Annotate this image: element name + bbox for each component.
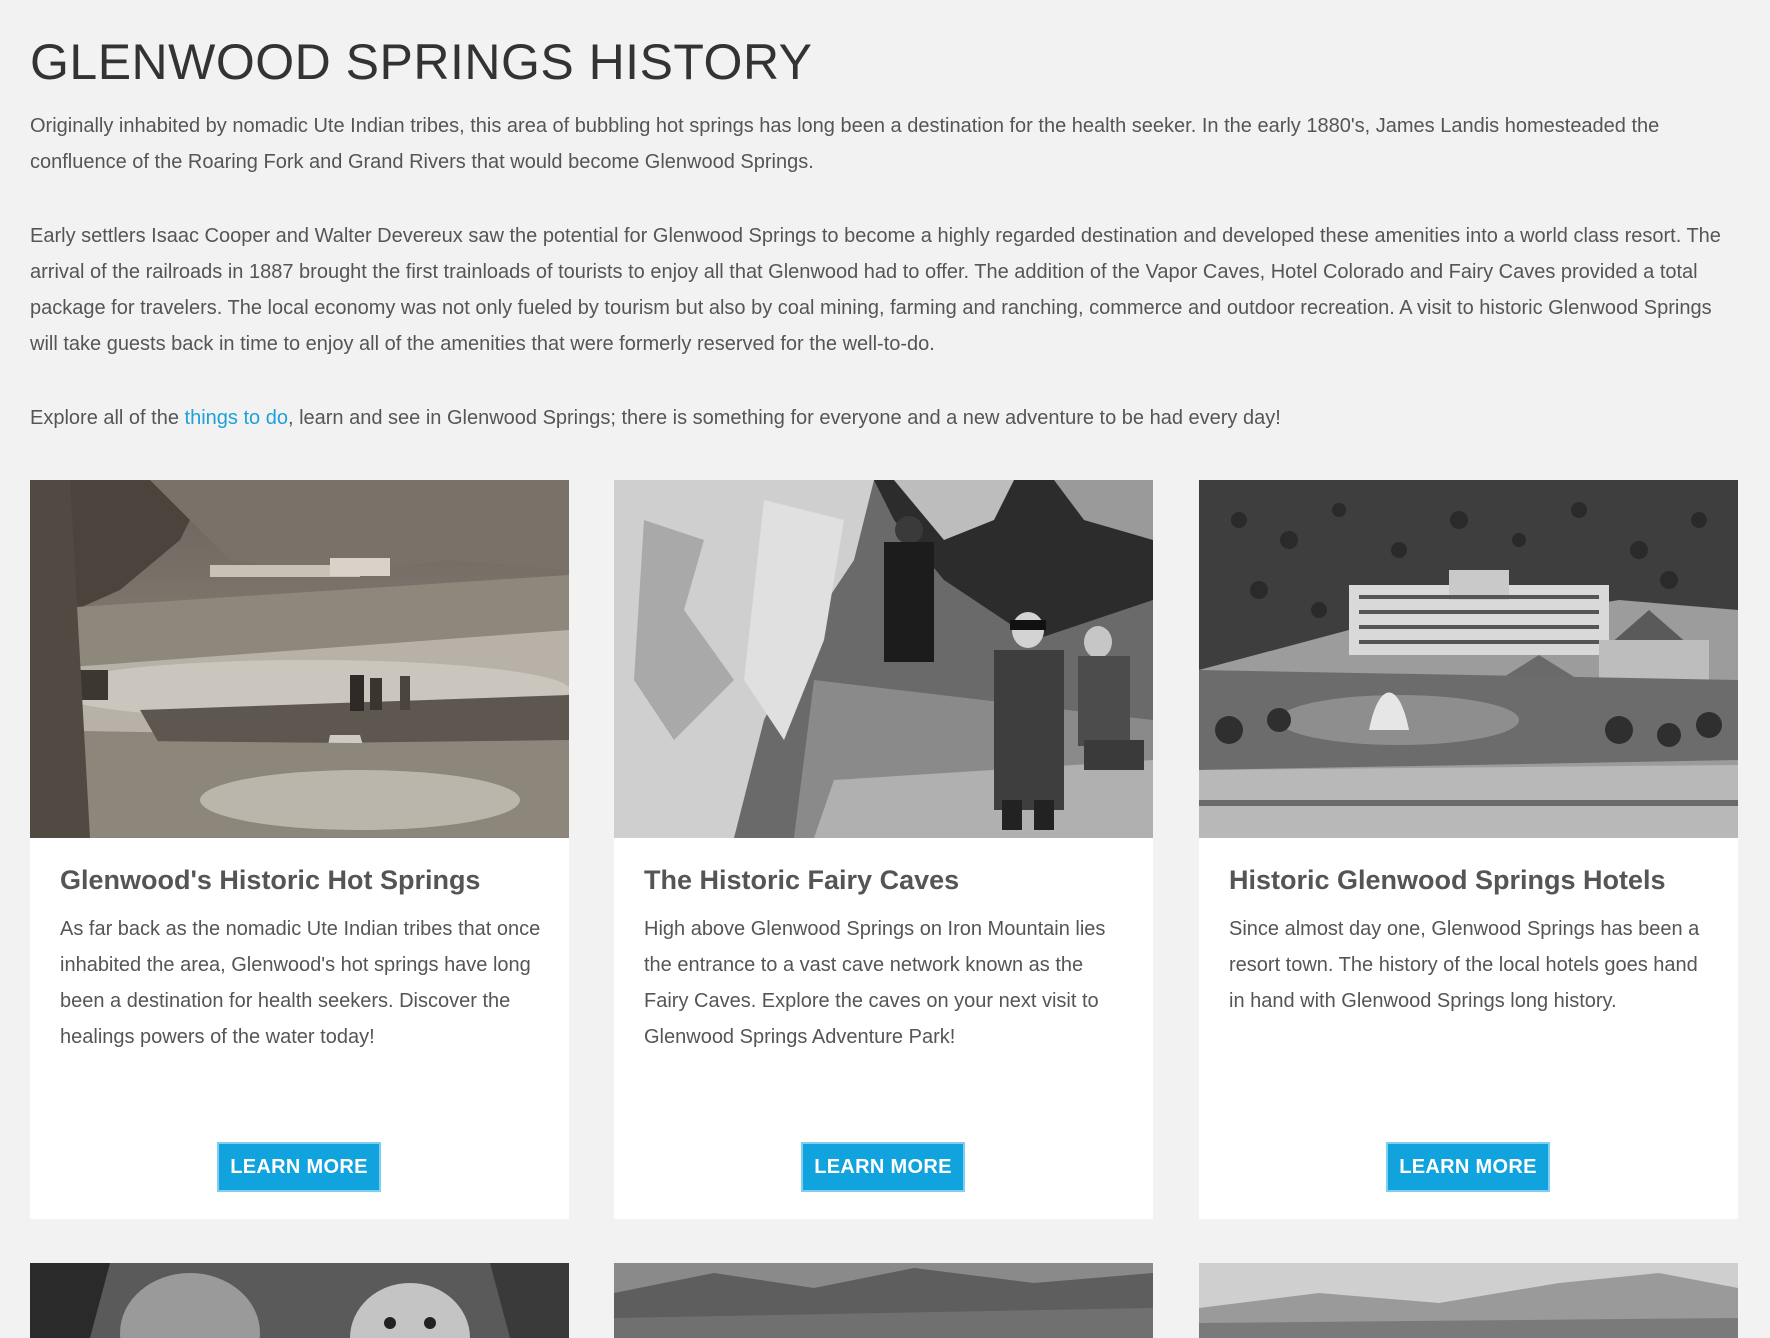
- intro-paragraph-3: Explore all of the things to do, learn a…: [30, 400, 1740, 436]
- historic-hot-springs-photo[interactable]: [30, 480, 569, 838]
- card-title: The Historic Fairy Caves: [644, 865, 960, 895]
- card-photo-partial[interactable]: [30, 1263, 569, 1338]
- card-description: High above Glenwood Springs on Iron Moun…: [644, 918, 1106, 1048]
- card-fairy-caves: The Historic Fairy Caves High above Glen…: [614, 480, 1153, 1219]
- intro-text: Originally inhabited by nomadic Ute Indi…: [30, 108, 1740, 474]
- page-title: GLENWOOD SPRINGS HISTORY: [30, 34, 813, 90]
- card-title: Glenwood's Historic Hot Springs: [60, 865, 481, 895]
- intro-p3-after: , learn and see in Glenwood Springs; the…: [287, 407, 1281, 429]
- fairy-caves-photo[interactable]: [614, 480, 1153, 838]
- card-photo-partial[interactable]: [1199, 1263, 1738, 1338]
- card-hotels: Historic Glenwood Springs Hotels Since a…: [1199, 480, 1738, 1219]
- things-to-do-link[interactable]: things to do: [185, 407, 288, 429]
- card-photo-partial[interactable]: [614, 1263, 1153, 1338]
- learn-more-button[interactable]: LEARN MORE: [1386, 1142, 1550, 1192]
- intro-paragraph-1: Originally inhabited by nomadic Ute Indi…: [30, 115, 1660, 173]
- learn-more-button[interactable]: LEARN MORE: [217, 1142, 381, 1192]
- card-title: Historic Glenwood Springs Hotels: [1229, 865, 1666, 895]
- card-description: Since almost day one, Glenwood Springs h…: [1229, 918, 1700, 1012]
- card-hot-springs: Glenwood's Historic Hot Springs As far b…: [30, 480, 569, 1219]
- learn-more-button[interactable]: LEARN MORE: [801, 1142, 965, 1192]
- intro-paragraph-2: Early settlers Isaac Cooper and Walter D…: [30, 225, 1721, 355]
- historic-hotels-photo[interactable]: [1199, 480, 1738, 838]
- intro-p3-before: Explore all of the: [30, 407, 185, 429]
- card-description: As far back as the nomadic Ute Indian tr…: [60, 918, 541, 1048]
